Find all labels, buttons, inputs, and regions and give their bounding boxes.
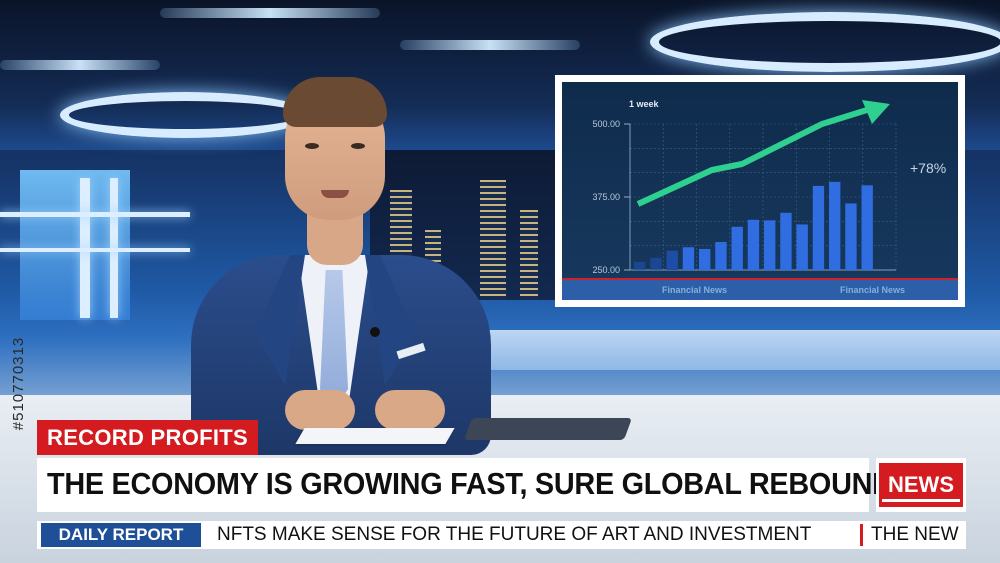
chart-title: 1 week [629,99,659,109]
chart-bar [845,203,857,270]
news-badge: NEWS [879,463,963,507]
chart-bar [829,181,841,270]
desk-papers [295,428,455,444]
y-tick-label: 500.00 [592,119,620,129]
chart-bar [796,224,808,270]
ticker-text: NFTS MAKE SENSE FOR THE FUTURE OF ART AN… [217,524,812,545]
chart-footer-bar: Financial News Financial News [562,278,958,300]
desk-tablet [463,418,633,440]
watermark-id: #510770313 [10,336,28,431]
chart-bar [715,241,727,270]
footer-label: Financial News [840,285,906,295]
chart-bar [812,185,825,270]
chart-bar [861,185,873,270]
anchor-mouth [321,190,349,198]
chart-panel: 250.00 375.00 500.00 +78% 1 week Financial … [562,82,958,300]
light-bar [0,248,190,252]
lapel-mic-icon [370,327,380,337]
chart-bar [780,212,792,270]
bar-chart: 250.00 375.00 500.00 +78% [592,100,946,275]
y-tick-label: 250.00 [592,265,620,275]
anchor-eye-left [305,143,319,149]
chart-bar [634,261,646,270]
ceiling-light [0,60,160,70]
headline-bar: THE ECONOMY IS GROWING FAST, SURE GLOBAL… [37,458,893,512]
headline-text: THE ECONOMY IS GROWING FAST, SURE GLOBAL… [47,466,893,501]
ceiling-light [400,40,580,50]
ticker-label: DAILY REPORT [41,523,201,547]
ceiling-light [160,8,380,18]
chart-bar [731,226,743,270]
chart-bar [650,257,662,270]
record-profits-tag: RECORD PROFITS [37,420,258,455]
chart-screen: 250.00 375.00 500.00 +78% 1 week Financial … [555,75,965,307]
chart-bar [682,247,695,270]
chart-bar [764,220,776,270]
studio-floor-glow [430,330,1000,370]
chart-bar [747,219,760,270]
anchor-eye-right [351,143,365,149]
building [520,210,538,300]
chart-bar [699,248,711,270]
ticker-separator [860,524,863,546]
y-tick-label: 375.00 [592,192,620,202]
anchor-hand-right [375,390,445,430]
growth-annotation: +78% [910,160,946,176]
ceiling-ring-light [650,12,1000,72]
ticker-next-text: THE NEW [871,524,959,545]
news-badge-box: NEWS [876,458,966,512]
news-ticker: DAILY REPORT NFTS MAKE SENSE FOR THE FUT… [37,521,966,549]
news-anchor [185,65,495,455]
anchor-hand-left [285,390,355,430]
footer-label: Financial News [662,285,728,295]
anchor-hair [283,77,387,127]
chart-bar [666,250,678,270]
light-bar [0,212,190,217]
